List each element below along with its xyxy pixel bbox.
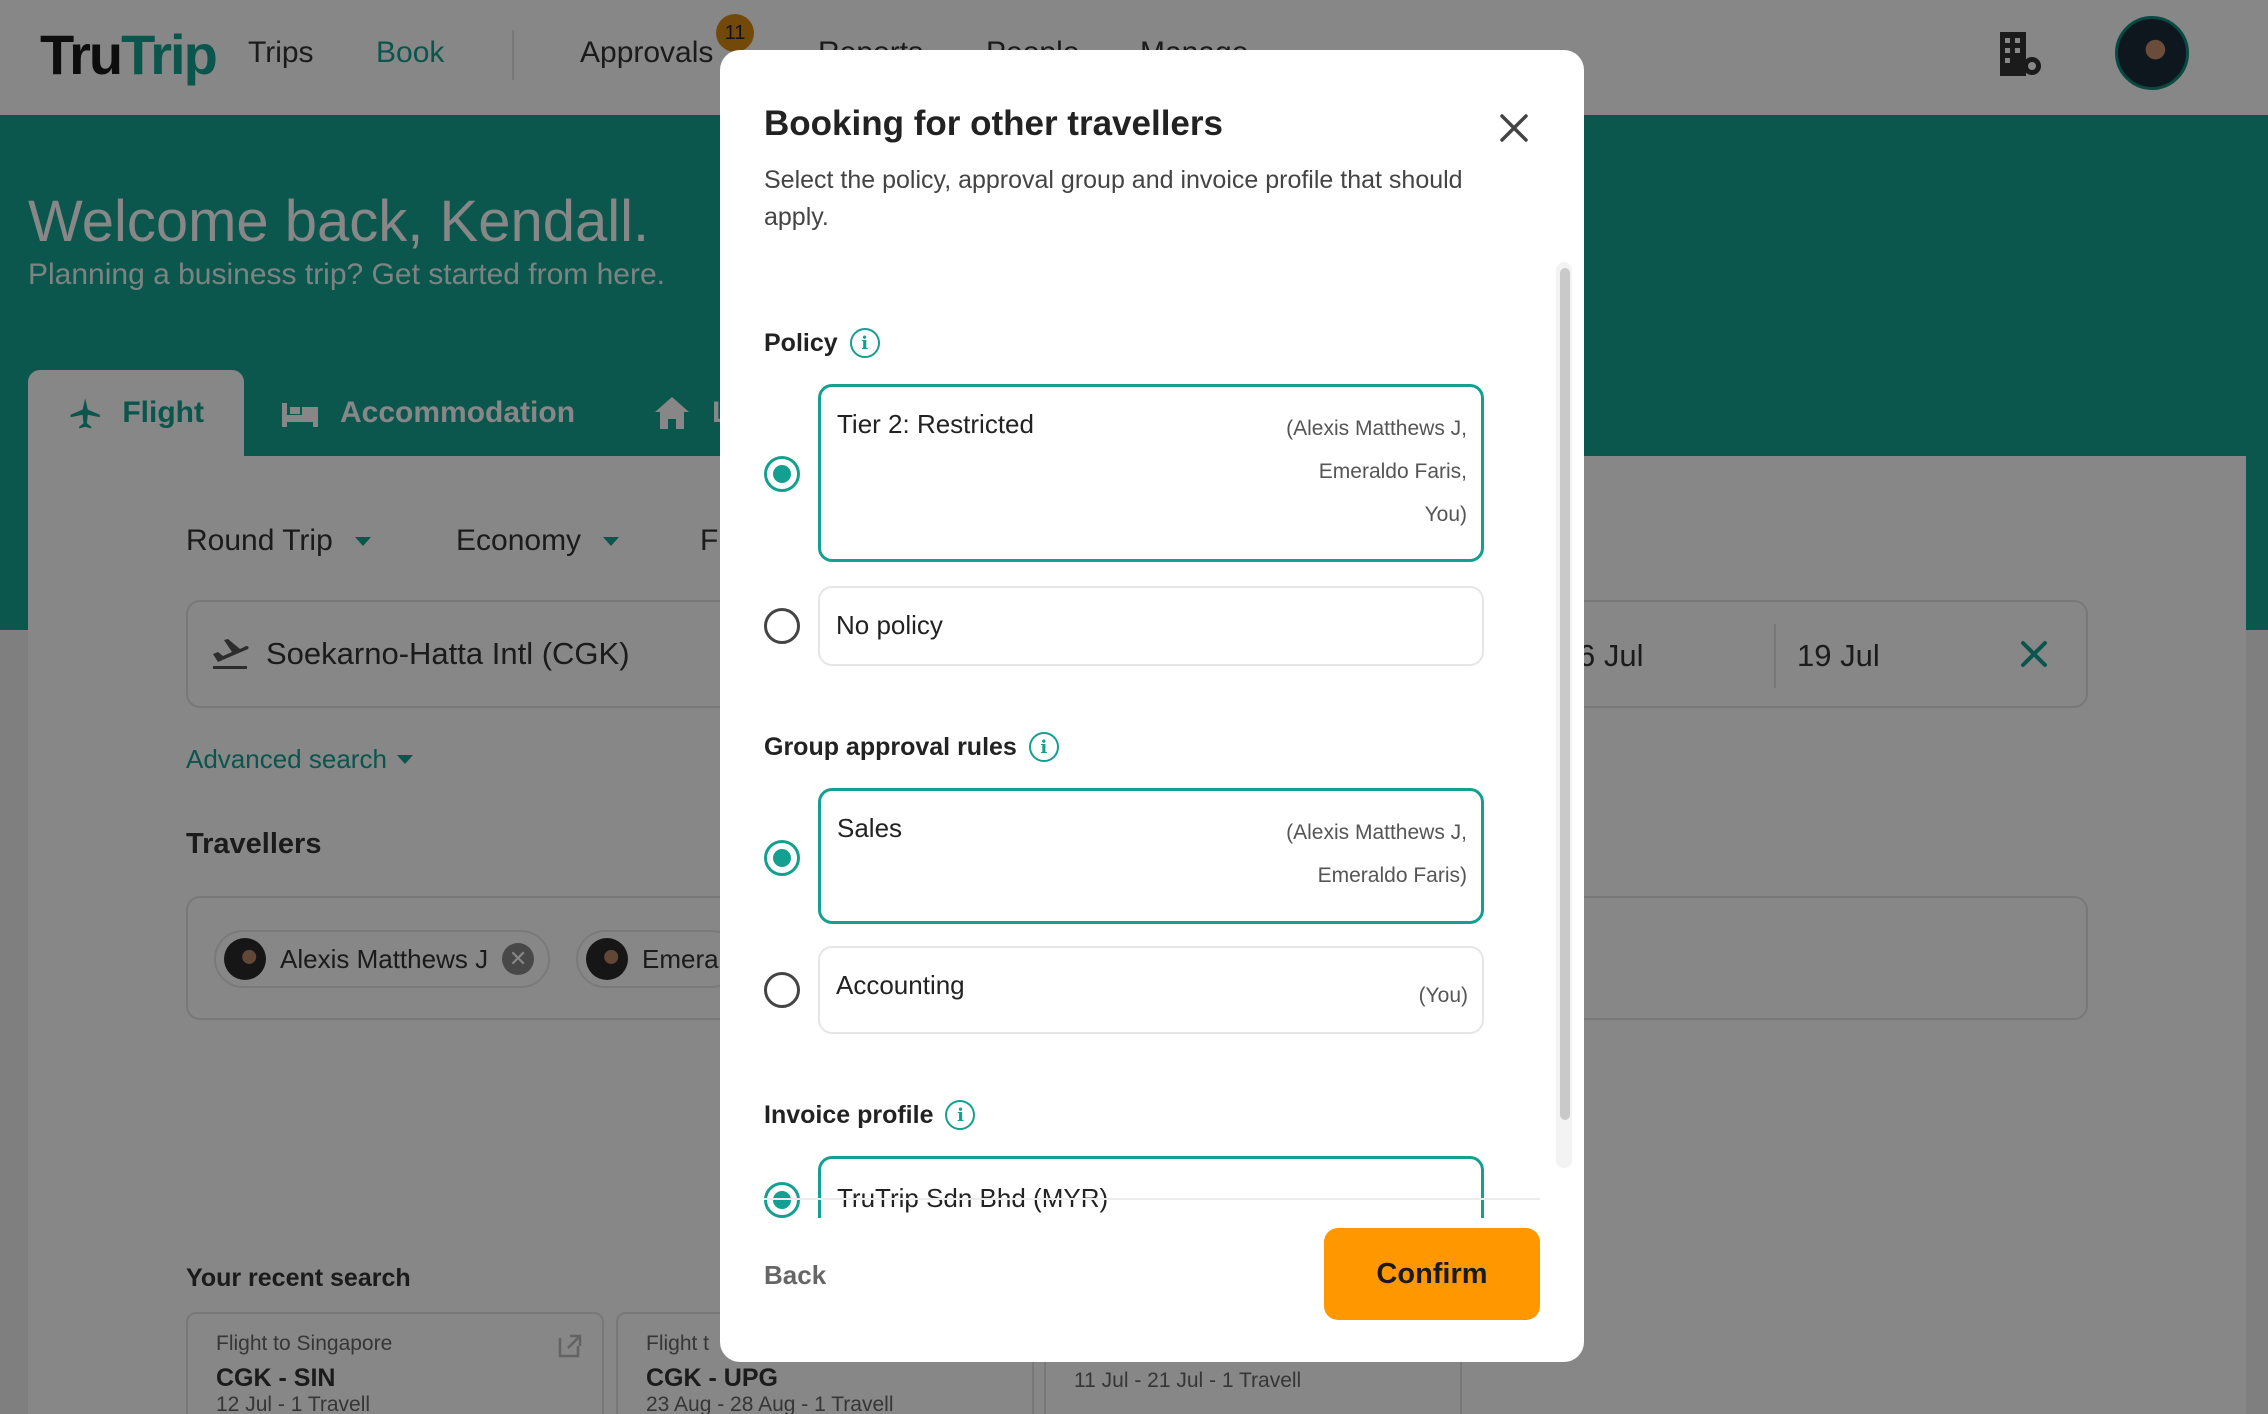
policy-radio-no-policy[interactable] — [764, 608, 800, 644]
modal-scroll-area[interactable]: Policy i Tier 2: Restricted (Alexis Matt… — [720, 260, 1584, 1218]
option-members: (You) — [1218, 974, 1468, 1017]
info-icon[interactable]: i — [1028, 732, 1059, 762]
policy-option-tier2[interactable]: Tier 2: Restricted (Alexis Matthews J, E… — [818, 384, 1484, 562]
approval-option-sales[interactable]: Sales (Alexis Matthews J, Emeraldo Faris… — [818, 788, 1484, 924]
booking-for-others-modal: Booking for other travellers Select the … — [720, 50, 1584, 1362]
invoice-label: Invoice profile — [764, 1100, 934, 1129]
info-icon[interactable]: i — [849, 328, 880, 358]
approval-radio-sales[interactable] — [764, 840, 800, 876]
policy-option-no-policy[interactable]: No policy — [818, 586, 1484, 666]
invoice-section-label: Invoice profile i — [764, 1100, 976, 1130]
close-modal-button[interactable] — [1492, 106, 1536, 150]
policy-radio-tier2[interactable] — [764, 456, 800, 492]
member-line: (Alexis Matthews J, — [1286, 417, 1467, 440]
back-button[interactable]: Back — [764, 1260, 826, 1291]
member-line: Emeraldo Faris) — [1317, 864, 1467, 887]
option-name: No policy — [836, 610, 943, 640]
option-name: Sales — [837, 813, 903, 843]
approval-section-label: Group approval rules i — [764, 732, 1059, 762]
policy-label: Policy — [764, 328, 838, 357]
modal-title: Booking for other travellers — [764, 104, 1223, 143]
member-line: You) — [1424, 503, 1467, 526]
close-icon — [1500, 114, 1528, 142]
invoice-option-trutrip[interactable]: TruTrip Sdn Bhd (MYR) — [818, 1156, 1484, 1218]
member-line: (Alexis Matthews J, — [1286, 821, 1467, 844]
approval-option-accounting[interactable]: Accounting (You) — [818, 946, 1484, 1034]
option-name: Tier 2: Restricted — [837, 409, 1034, 439]
info-icon[interactable]: i — [945, 1100, 976, 1130]
approval-label: Group approval rules — [764, 732, 1017, 761]
approval-radio-accounting[interactable] — [764, 972, 800, 1008]
invoice-radio-trutrip[interactable] — [764, 1182, 800, 1218]
option-members: (Alexis Matthews J, Emeraldo Faris) — [1217, 811, 1467, 897]
option-name: Accounting — [836, 970, 965, 1000]
member-line: (You) — [1418, 984, 1468, 1007]
member-line: Emeraldo Faris, — [1318, 460, 1467, 483]
footer-divider — [764, 1198, 1540, 1200]
confirm-button[interactable]: Confirm — [1324, 1228, 1540, 1320]
option-members: (Alexis Matthews J, Emeraldo Faris, You) — [1217, 407, 1467, 536]
policy-section-label: Policy i — [764, 328, 880, 358]
modal-subtitle: Select the policy, approval group and in… — [764, 166, 1463, 231]
